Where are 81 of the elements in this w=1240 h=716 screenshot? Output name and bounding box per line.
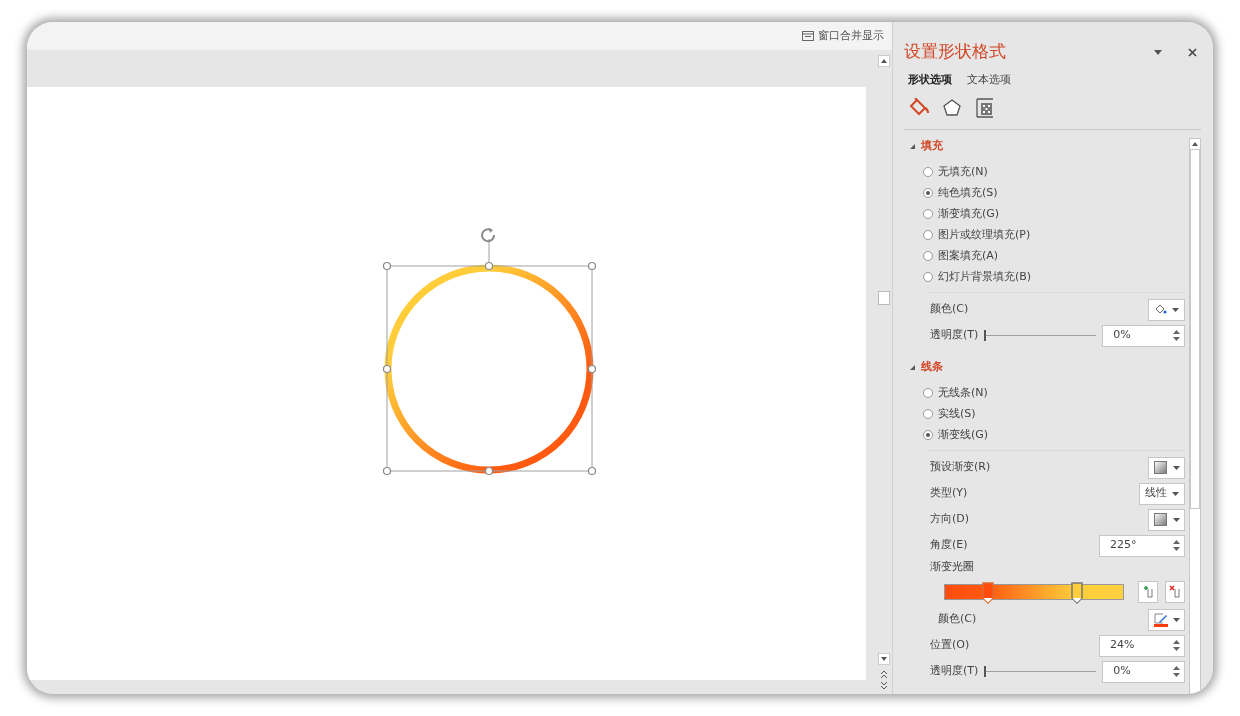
pane-title: 设置形状格式	[904, 40, 1006, 64]
pentagon-icon	[942, 97, 962, 118]
close-icon[interactable]	[1188, 47, 1197, 57]
radio-button[interactable]	[923, 388, 933, 398]
radio-button[interactable]	[923, 272, 933, 282]
section-title[interactable]: 填充	[921, 138, 943, 155]
next-slide-icon[interactable]	[878, 680, 890, 692]
property-label: 颜色(C)	[930, 301, 969, 318]
scroll-thumb[interactable]	[878, 291, 890, 305]
radio-option[interactable]: 无填充(N)	[923, 163, 988, 181]
property-label: 类型(Y)	[930, 485, 968, 502]
radio-button[interactable]	[923, 251, 933, 261]
radio-button[interactable]	[923, 230, 933, 240]
spin-arrows-icon	[1173, 329, 1180, 342]
property-label: 透明度(T)	[930, 327, 979, 344]
line-color-button[interactable]	[1148, 608, 1185, 631]
slider-thumb[interactable]	[984, 330, 987, 341]
pane-scrollbar[interactable]	[1189, 137, 1201, 694]
scroll-thumb[interactable]	[1190, 148, 1200, 509]
spin-field[interactable]: 24%	[1099, 634, 1185, 657]
add-stop-button[interactable]	[1138, 580, 1158, 603]
caret-icon	[1172, 517, 1180, 522]
radio-option[interactable]: 幻灯片背景填充(B)	[923, 268, 1032, 286]
gradient-swatch-icon	[1153, 513, 1167, 526]
type-dropdown[interactable]: 线性	[1139, 482, 1185, 505]
dropdown-caret-icon[interactable]	[1154, 49, 1162, 55]
property-label: 透明度(T)	[930, 663, 979, 680]
radio-option[interactable]: 实线(S)	[923, 405, 976, 423]
radio-option[interactable]: 纯色填充(S)	[923, 184, 998, 202]
gradient-dropdown[interactable]	[1148, 508, 1185, 531]
spin-arrows-icon	[1173, 539, 1180, 552]
expanded-triangle-icon[interactable]	[910, 144, 915, 149]
scroll-up-icon[interactable]	[878, 55, 890, 67]
radio-option[interactable]: 图片或纹理填充(P)	[923, 226, 1031, 244]
size-properties-icon	[976, 97, 994, 118]
caret-icon	[1172, 307, 1179, 312]
options-tab[interactable]: 文本选项	[967, 72, 1011, 89]
property-label: 颜色(C)	[938, 611, 977, 628]
property-label: 预设渐变(R)	[930, 459, 991, 476]
property-label: 位置(O)	[930, 637, 970, 654]
pen-color-icon	[1153, 612, 1168, 627]
slider-track[interactable]	[984, 330, 1097, 341]
radio-button[interactable]	[923, 430, 933, 440]
previous-slide-icon[interactable]	[878, 668, 890, 680]
radio-option[interactable]: 图案填充(A)	[923, 247, 999, 265]
radio-option[interactable]: 无线条(N)	[923, 384, 988, 402]
paint-bucket-icon	[908, 97, 930, 118]
fill-color-button[interactable]	[1148, 298, 1185, 321]
section-title[interactable]: 线条	[921, 359, 943, 376]
remove-stop-button[interactable]	[1165, 580, 1185, 603]
gradient-swatch-icon	[1153, 461, 1167, 474]
gradient-stop-handle[interactable]	[1070, 581, 1083, 604]
caret-icon	[1172, 465, 1180, 470]
property-label: 角度(E)	[930, 537, 968, 554]
spin-arrows-icon	[1173, 665, 1180, 678]
add-stop-icon	[1142, 584, 1154, 599]
spin-field[interactable]: 0%	[1102, 660, 1185, 683]
caret-icon	[1172, 491, 1179, 496]
expanded-triangle-icon[interactable]	[910, 365, 915, 370]
scroll-down-icon[interactable]	[878, 653, 890, 665]
radio-option[interactable]: 渐变线(G)	[923, 426, 989, 444]
radio-button[interactable]	[923, 167, 933, 177]
gradient-stop-handle[interactable]	[981, 581, 994, 604]
window-icon	[802, 31, 814, 41]
radio-button[interactable]	[923, 188, 933, 198]
gradient-dropdown[interactable]	[1148, 456, 1185, 479]
remove-stop-icon	[1169, 584, 1181, 599]
property-label: 方向(D)	[930, 511, 970, 528]
caret-icon	[1172, 617, 1180, 622]
property-label: 渐变光圈	[930, 559, 974, 576]
merge-windows-button[interactable]: 窗口合并显示	[802, 27, 884, 45]
radio-option[interactable]: 渐变填充(G)	[923, 205, 1000, 223]
slider-track[interactable]	[984, 666, 1097, 677]
spin-arrows-icon	[1173, 639, 1180, 652]
radio-button[interactable]	[923, 409, 933, 419]
slider-thumb[interactable]	[984, 666, 987, 677]
options-tab[interactable]: 形状选项	[908, 72, 952, 89]
spin-field[interactable]: 225°	[1099, 534, 1185, 557]
paint-bucket-icon	[1154, 303, 1167, 316]
spin-field[interactable]: 0%	[1102, 324, 1185, 347]
radio-button[interactable]	[923, 209, 933, 219]
